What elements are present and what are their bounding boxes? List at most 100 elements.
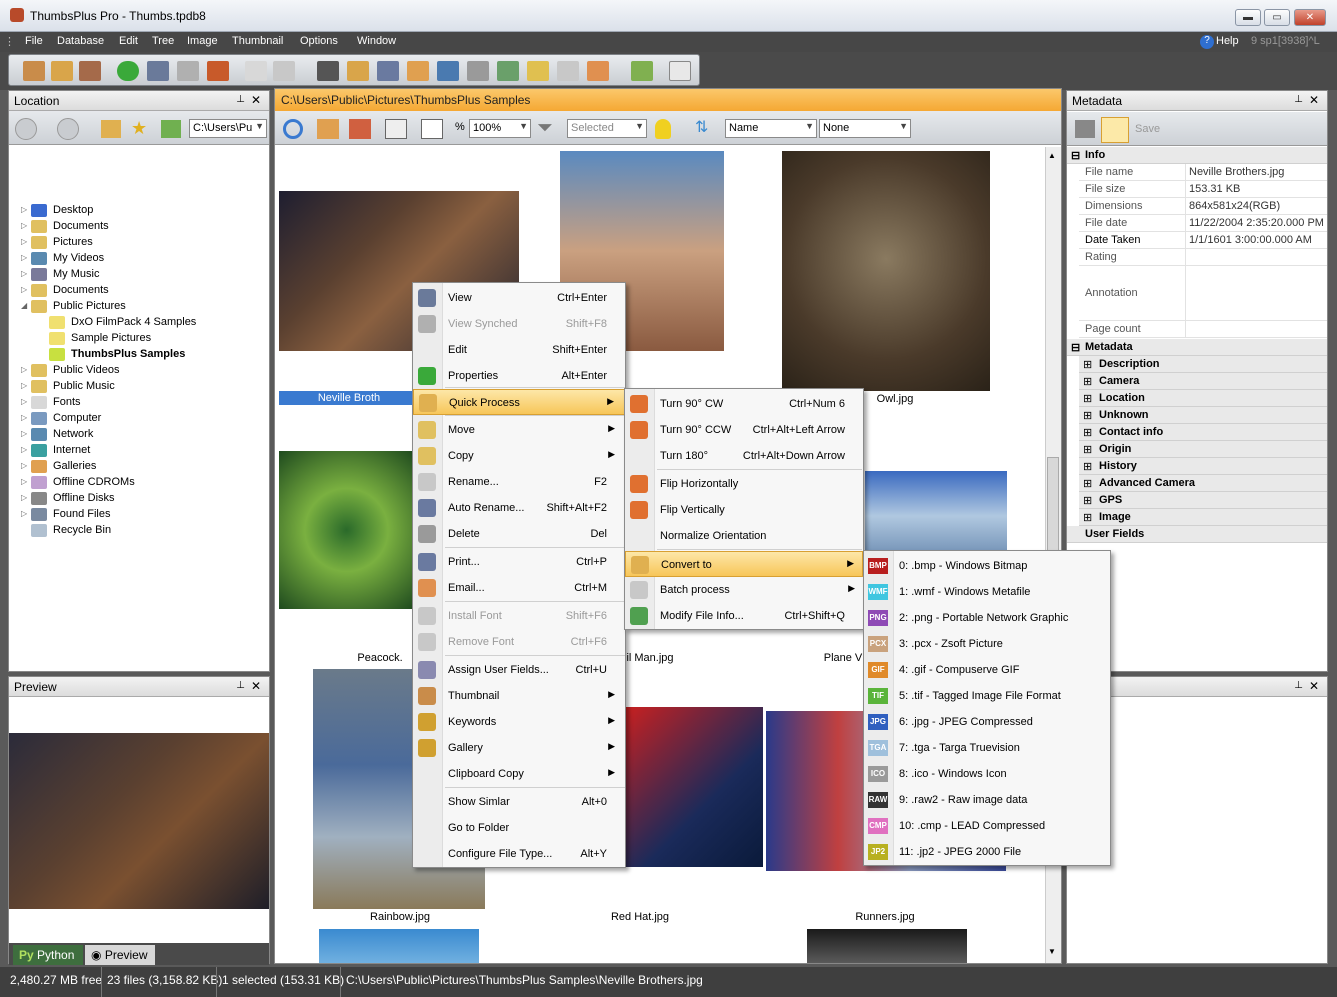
paste-icon[interactable] bbox=[273, 61, 295, 81]
pin-icon[interactable]: ⊥ bbox=[236, 680, 245, 691]
context-menu-item[interactable]: Assign User Fields... Ctrl+U bbox=[413, 657, 625, 683]
user-fields-group[interactable]: User Fields bbox=[1067, 526, 1327, 543]
tab-python[interactable]: Py Python bbox=[13, 945, 83, 965]
location-path-combo[interactable]: C:\Users\Pu ▼ bbox=[189, 119, 267, 138]
close-panel-icon[interactable]: ✕ bbox=[1309, 93, 1319, 107]
expanded-icon[interactable]: ◢ bbox=[21, 301, 27, 310]
metadata-subgroup[interactable]: ⊞ Unknown bbox=[1079, 407, 1327, 424]
convert-format-item[interactable]: JP2 11: .jp2 - JPEG 2000 File bbox=[864, 839, 1110, 865]
expand-icon[interactable]: ▷ bbox=[21, 397, 27, 406]
menu-thumbnail[interactable]: Thumbnail bbox=[232, 35, 283, 47]
delete-folder-icon[interactable] bbox=[557, 61, 579, 81]
tree-item[interactable]: ThumbsPlus Samples bbox=[39, 347, 249, 363]
convert-format-item[interactable]: WMF 1: .wmf - Windows Metafile bbox=[864, 579, 1110, 605]
context-menu-item[interactable]: Print... Ctrl+P bbox=[413, 549, 625, 575]
group-combo[interactable]: None ▼ bbox=[819, 119, 911, 138]
quick-process-item[interactable]: Normalize Orientation bbox=[625, 523, 863, 549]
tree-item[interactable]: ◢ Public Pictures bbox=[21, 299, 249, 315]
new-folder-icon[interactable] bbox=[527, 61, 549, 81]
caption-plane[interactable]: Plane V bbox=[823, 652, 863, 664]
zoom-combo[interactable]: 100% ▼ bbox=[469, 119, 531, 138]
menu-image[interactable]: Image bbox=[187, 35, 218, 47]
convert-format-item[interactable]: TGA 7: .tga - Targa Truevision bbox=[864, 735, 1110, 761]
caption-owl[interactable]: Owl.jpg bbox=[865, 393, 925, 405]
caption-neville[interactable]: Neville Broth bbox=[279, 392, 419, 404]
slideshow-icon[interactable] bbox=[207, 61, 229, 81]
thumb-sky[interactable] bbox=[319, 929, 479, 963]
context-menu-item[interactable]: Delete Del bbox=[413, 521, 625, 547]
thumb-dark[interactable] bbox=[807, 929, 967, 963]
context-menu-item[interactable]: Auto Rename... Shift+Alt+F2 bbox=[413, 495, 625, 521]
quick-process-item[interactable]: Batch process ▶ bbox=[625, 577, 863, 603]
context-menu-item[interactable]: Go to Folder bbox=[413, 815, 625, 841]
tree-item[interactable]: ▷ Offline CDROMs bbox=[21, 475, 249, 491]
tree-item[interactable]: ▷ My Videos bbox=[21, 251, 249, 267]
tree-item[interactable]: ▷ Offline Disks bbox=[21, 491, 249, 507]
properties-icon[interactable] bbox=[1075, 120, 1095, 138]
caption-runners[interactable]: Runners.jpg bbox=[840, 911, 930, 923]
scanner-icon[interactable] bbox=[437, 61, 459, 81]
convert-format-item[interactable]: CMP 10: .cmp - LEAD Compressed bbox=[864, 813, 1110, 839]
convert-format-item[interactable]: PCX 3: .pcx - Zsoft Picture bbox=[864, 631, 1110, 657]
tree-item[interactable]: ▷ Documents bbox=[21, 283, 249, 299]
metadata-row[interactable]: File size 153.31 KB bbox=[1079, 181, 1327, 198]
expand-icon[interactable]: ▷ bbox=[21, 381, 27, 390]
tree-item[interactable]: ▷ My Music bbox=[21, 267, 249, 283]
thumb-plane[interactable] bbox=[865, 471, 1007, 561]
scroll-up-icon[interactable]: ▲ bbox=[1048, 151, 1056, 160]
close-panel-icon[interactable]: ✕ bbox=[251, 679, 261, 693]
context-menu-item[interactable]: Keywords ▶ bbox=[413, 709, 625, 735]
people-icon[interactable] bbox=[79, 61, 101, 81]
context-menu-item[interactable]: Install Font Shift+F6 bbox=[413, 603, 625, 629]
quick-process-item[interactable]: Flip Vertically bbox=[625, 497, 863, 523]
filter-icon[interactable]: ⏷ bbox=[537, 117, 553, 140]
convert-format-item[interactable]: BMP 0: .bmp - Windows Bitmap bbox=[864, 553, 1110, 579]
context-menu-item[interactable]: Show Simlar Alt+0 bbox=[413, 789, 625, 815]
info-group[interactable]: ⊟ Info bbox=[1067, 147, 1327, 164]
convert-format-item[interactable]: PNG 2: .png - Portable Network Graphic bbox=[864, 605, 1110, 631]
metadata-subgroup[interactable]: ⊞ History bbox=[1079, 458, 1327, 475]
metadata-subgroup[interactable]: ⊞ Location bbox=[1079, 390, 1327, 407]
layout-icon[interactable] bbox=[385, 119, 407, 139]
info-icon[interactable] bbox=[117, 61, 139, 81]
select-icon[interactable] bbox=[421, 119, 443, 139]
go-folder-icon[interactable] bbox=[161, 120, 181, 138]
email-icon[interactable] bbox=[407, 61, 429, 81]
pin-icon[interactable]: ⊥ bbox=[1294, 680, 1303, 691]
tree-item[interactable]: DxO FilmPack 4 Samples bbox=[39, 315, 249, 331]
bulb-icon[interactable] bbox=[655, 119, 671, 139]
expand-icon[interactable]: ▷ bbox=[21, 509, 27, 518]
quick-process-item[interactable]: Turn 180° Ctrl+Alt+Down Arrow bbox=[625, 443, 863, 469]
context-menu-item[interactable]: Edit Shift+Enter bbox=[413, 337, 625, 363]
menu-file[interactable]: File bbox=[25, 35, 43, 47]
metadata-row[interactable]: Rating bbox=[1079, 249, 1327, 266]
context-menu-item[interactable]: Properties Alt+Enter bbox=[413, 363, 625, 389]
metadata-row[interactable]: File name Neville Brothers.jpg bbox=[1079, 164, 1327, 181]
copy-to-folder-icon[interactable] bbox=[631, 61, 653, 81]
metadata-group[interactable]: ⊟ Metadata bbox=[1067, 339, 1327, 356]
menu-tree[interactable]: Tree bbox=[152, 35, 174, 47]
tree-item[interactable]: ▷ Computer bbox=[21, 411, 249, 427]
maximize-button[interactable]: ▭ bbox=[1264, 9, 1290, 26]
context-menu-item[interactable]: Rename... F2 bbox=[413, 469, 625, 495]
context-menu-item[interactable]: Quick Process ▶ bbox=[413, 389, 625, 415]
quick-process-item[interactable]: Turn 90° CCW Ctrl+Alt+Left Arrow bbox=[625, 417, 863, 443]
convert-format-item[interactable]: GIF 4: .gif - Compuserve GIF bbox=[864, 657, 1110, 683]
sort-order-icon[interactable]: ⇅ bbox=[695, 117, 708, 137]
expand-icon[interactable]: ▷ bbox=[21, 237, 27, 246]
move-to-folder-icon[interactable] bbox=[587, 61, 609, 81]
batch-icon[interactable] bbox=[467, 61, 489, 81]
refresh-folder-icon[interactable] bbox=[101, 120, 121, 138]
tree-item[interactable]: ▷ Fonts bbox=[21, 395, 249, 411]
tree-item[interactable]: ▷ Found Files bbox=[21, 507, 249, 523]
copy-icon[interactable] bbox=[245, 61, 267, 81]
expand-icon[interactable]: ▷ bbox=[21, 493, 27, 502]
pin-icon[interactable]: ⊥ bbox=[236, 94, 245, 105]
context-menu-item[interactable]: Email... Ctrl+M bbox=[413, 575, 625, 601]
binoculars-icon[interactable] bbox=[317, 61, 339, 81]
context-menu-item[interactable]: Gallery ▶ bbox=[413, 735, 625, 761]
sync-view-icon[interactable] bbox=[177, 61, 199, 81]
menu-help[interactable]: Help bbox=[1216, 35, 1239, 47]
tree-item[interactable]: ▷ Galleries bbox=[21, 459, 249, 475]
expand-icon[interactable]: ▷ bbox=[21, 269, 27, 278]
